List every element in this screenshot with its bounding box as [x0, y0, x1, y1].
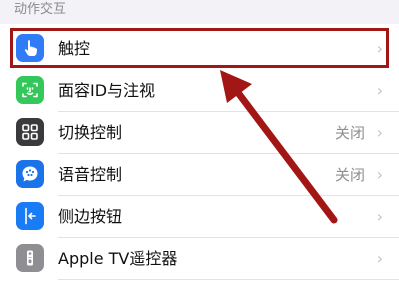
row-label: 语音控制: [58, 165, 123, 184]
settings-page: 动作交互 触控 › 面容ID与注视 › 切换控制 关闭 › 语音控制 关闭 › …: [0, 0, 399, 287]
row-label: 面容ID与注视: [58, 81, 156, 100]
voice-control-icon: [16, 160, 44, 188]
side-button-icon: [16, 202, 44, 230]
chevron-right-icon: ›: [376, 165, 383, 184]
highlight-box: [10, 28, 389, 68]
chevron-right-icon: ›: [376, 123, 383, 142]
row-switch-control[interactable]: 切换控制 关闭 ›: [0, 112, 399, 154]
row-label: 切换控制: [58, 123, 123, 142]
row-value: 关闭: [334, 166, 365, 184]
grid-icon: [16, 118, 44, 146]
row-apple-tv-remote[interactable]: Apple TV遥控器 ›: [0, 238, 399, 280]
row-separator: [58, 279, 399, 280]
row-label: Apple TV遥控器: [58, 249, 178, 268]
chevron-right-icon: ›: [376, 207, 383, 226]
chevron-right-icon: ›: [376, 249, 383, 268]
chevron-right-icon: ›: [376, 81, 383, 100]
section-header: 动作交互: [14, 2, 67, 17]
row-voice-control[interactable]: 语音控制 关闭 ›: [0, 154, 399, 196]
row-label: 侧边按钮: [58, 207, 123, 226]
row-value: 关闭: [334, 124, 365, 142]
row-side-button[interactable]: 侧边按钮 ›: [0, 196, 399, 238]
remote-icon: [16, 244, 44, 272]
row-face-id[interactable]: 面容ID与注视 ›: [0, 70, 399, 112]
face-id-icon: [16, 76, 44, 104]
